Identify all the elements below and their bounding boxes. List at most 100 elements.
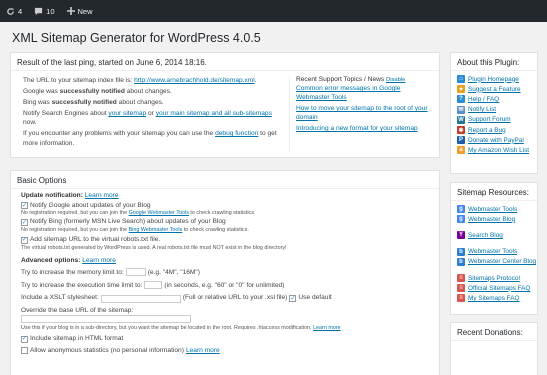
bing-note-post: to check crawling statistics.: [182, 226, 249, 233]
learn-more-link[interactable]: Learn more: [85, 192, 119, 199]
sidebar-link[interactable]: g Webmaster Tools: [457, 204, 537, 214]
yahoo-icon: Y: [457, 231, 465, 240]
sidebar-link-label[interactable]: Sitemaps Protocol: [468, 275, 520, 282]
updates-item[interactable]: 4: [6, 7, 22, 16]
google-post: about changes.: [124, 88, 172, 95]
xslt-input[interactable]: [100, 294, 181, 303]
sitemap-index-link[interactable]: http://www.arnebrachhold.de/sitemap.xml: [134, 77, 255, 84]
comments-item[interactable]: 10: [34, 6, 55, 16]
google-notified-line: Google was successfully notified about c…: [23, 87, 285, 96]
sidebar-link-label[interactable]: Notify List: [468, 106, 496, 113]
bing-notified-line: Bing was successfully notified about cha…: [23, 98, 285, 107]
sidebar-link[interactable]: ✱ Report a Bug: [457, 125, 537, 135]
google-icon: g: [457, 215, 465, 224]
notify-sitemap-link[interactable]: your sitemap: [108, 110, 146, 117]
sidebar-link-label[interactable]: My Amazon Wish List: [468, 147, 529, 154]
memory-limit-input[interactable]: [125, 267, 146, 276]
sidebar-link[interactable]: g Webmaster Blog: [457, 214, 537, 224]
sidebar-link-label[interactable]: Webmaster Blog: [468, 216, 515, 223]
sidebar-link-label[interactable]: Webmaster Center Blog: [468, 258, 536, 265]
bing-pre: Bing was: [23, 99, 52, 106]
notify-all-sitemaps-link[interactable]: your main sitemap and all sub-sitemaps: [156, 110, 272, 117]
topic-link[interactable]: Common error messages in Google Webmaste…: [296, 85, 434, 102]
sidebar-link[interactable]: ≡ Official Sitemaps FAQ: [457, 283, 537, 293]
xslt-label: Include a XSLT stylesheet:: [21, 294, 99, 302]
learn-more-link[interactable]: Learn more: [313, 325, 341, 331]
sitemap-resources-title: Sitemap Resources:: [451, 183, 537, 201]
sidebar-link[interactable]: b Webmaster Center Blog: [457, 257, 537, 267]
override-base-url-input[interactable]: [21, 315, 191, 324]
google-note-post: to check crawling statistics.: [188, 210, 256, 217]
sitemap-index-line: The URL to your sitemap index file is: h…: [23, 76, 285, 85]
sidebar-link-label[interactable]: Help / FAQ: [468, 96, 499, 103]
override-note: Use this if your blog is in a sub-direct…: [21, 325, 436, 332]
sidebar-link-label[interactable]: Webmaster Tools: [468, 248, 517, 255]
google-webmaster-tools-link[interactable]: Google Webmaster Tools: [129, 210, 189, 216]
topic-link[interactable]: Introducing a new format for your sitema…: [296, 125, 434, 133]
time-limit-label: Try to increase the execution time limit…: [21, 281, 143, 289]
sidebar-link[interactable]: ✉ Notify List: [457, 105, 537, 115]
robots-note: The virtual robots.txt generated by Word…: [21, 244, 287, 251]
sidebar-link-label[interactable]: Plugin Homepage: [468, 76, 519, 83]
sidebar-link[interactable]: P Donate with PayPal: [457, 135, 537, 145]
new-content-item[interactable]: New: [66, 7, 93, 16]
notify-bing-option: ✓ Notify Bing (formerly MSN Live Search) …: [21, 218, 436, 227]
use-default-checkbox[interactable]: ✓: [289, 295, 297, 303]
sidebar-link-label[interactable]: Donate with PayPal: [468, 137, 524, 144]
robots-checkbox[interactable]: ✓: [21, 236, 28, 244]
sidebar-link[interactable]: W Support Forum: [457, 115, 537, 125]
sidebar-link[interactable]: ≡ Sitemaps Protocol: [457, 273, 537, 283]
paypal-icon: P: [457, 136, 465, 145]
home-icon: ⌂: [457, 75, 465, 84]
refresh-icon: [7, 7, 14, 15]
notify-post: now.: [23, 119, 37, 127]
anonymous-stats-checkbox[interactable]: [21, 347, 28, 355]
sidebar-link[interactable]: ≡ My Sitemaps FAQ: [457, 293, 537, 303]
override-base-url-row: Override the base URL of the sitemap:: [21, 307, 436, 316]
disable-news-link[interactable]: Disable: [386, 77, 405, 83]
sidebar-link-label[interactable]: Report a Bug: [468, 127, 506, 134]
override-base-url-input-row: [21, 315, 436, 324]
sitemaps-icon: ≡: [457, 284, 465, 293]
google-note-pre: No registration required, but you can jo…: [21, 210, 129, 217]
topic-link[interactable]: How to move your sitemap to the root of …: [296, 105, 434, 122]
sidebar-link[interactable]: a My Amazon Wish List: [457, 145, 537, 155]
anonymous-stats-label: Allow anonymous statistics (no personal …: [30, 346, 184, 354]
about-plugin-panel: About this Plugin: ⌂ Plugin Homepage ✦ Sugg…: [450, 52, 538, 174]
html-format-checkbox[interactable]: ✓: [21, 335, 28, 343]
use-default-label: Use default: [298, 294, 332, 302]
learn-more-link[interactable]: Learn more: [186, 347, 220, 356]
memory-limit-hint: (e.g. "4M", "16M"): [147, 268, 200, 276]
bing-note: No registration required, but you can jo…: [21, 227, 436, 234]
sidebar-link-label[interactable]: Official Sitemaps FAQ: [468, 285, 530, 292]
sidebar-link-label[interactable]: My Sitemaps FAQ: [468, 295, 520, 302]
sidebar-link[interactable]: ✦ Suggest a Feature: [457, 84, 537, 94]
sidebar-link[interactable]: Y Search Blog: [457, 230, 537, 240]
sidebar-link-label[interactable]: Webmaster Tools: [468, 206, 517, 213]
notify-mid: or: [146, 110, 156, 117]
xslt-row: Include a XSLT stylesheet: (Full or relat…: [21, 294, 436, 303]
notify-google-checkbox[interactable]: ✓: [21, 202, 28, 210]
basic-options-content: Update notification: Learn more ✓ Notify …: [21, 192, 436, 355]
sidebar-link-label[interactable]: Search Blog: [468, 232, 503, 239]
plus-icon: [66, 7, 75, 15]
problem-pre: If you encounter any problems with your …: [23, 130, 216, 138]
bing-note-pre: No registration required, but you can jo…: [21, 226, 129, 233]
sidebar-link-label[interactable]: Support Forum: [468, 116, 511, 123]
bing-icon: b: [457, 247, 465, 256]
time-limit-row: Try to increase the execution time limit…: [21, 280, 436, 290]
sidebar-link[interactable]: ? Help / FAQ: [457, 94, 537, 104]
time-limit-input[interactable]: [144, 280, 163, 289]
debug-function-link[interactable]: debug function: [215, 130, 258, 137]
comments-count: 10: [46, 6, 55, 16]
update-notification-label: Update notification:: [21, 192, 83, 199]
bing-webmaster-tools-link[interactable]: Bing Webmaster Tools: [129, 227, 183, 233]
notify-bing-checkbox[interactable]: ✓: [21, 219, 28, 227]
bing-icon: b: [457, 257, 465, 266]
sidebar-link[interactable]: ⌂ Plugin Homepage: [457, 74, 537, 84]
learn-more-link[interactable]: Learn more: [82, 257, 116, 264]
sidebar-link[interactable]: b Webmaster Tools: [457, 247, 537, 257]
sidebar-link-label[interactable]: Suggest a Feature: [468, 86, 521, 93]
bing-status: successfully notified: [51, 99, 117, 106]
index-post: .: [254, 77, 257, 84]
